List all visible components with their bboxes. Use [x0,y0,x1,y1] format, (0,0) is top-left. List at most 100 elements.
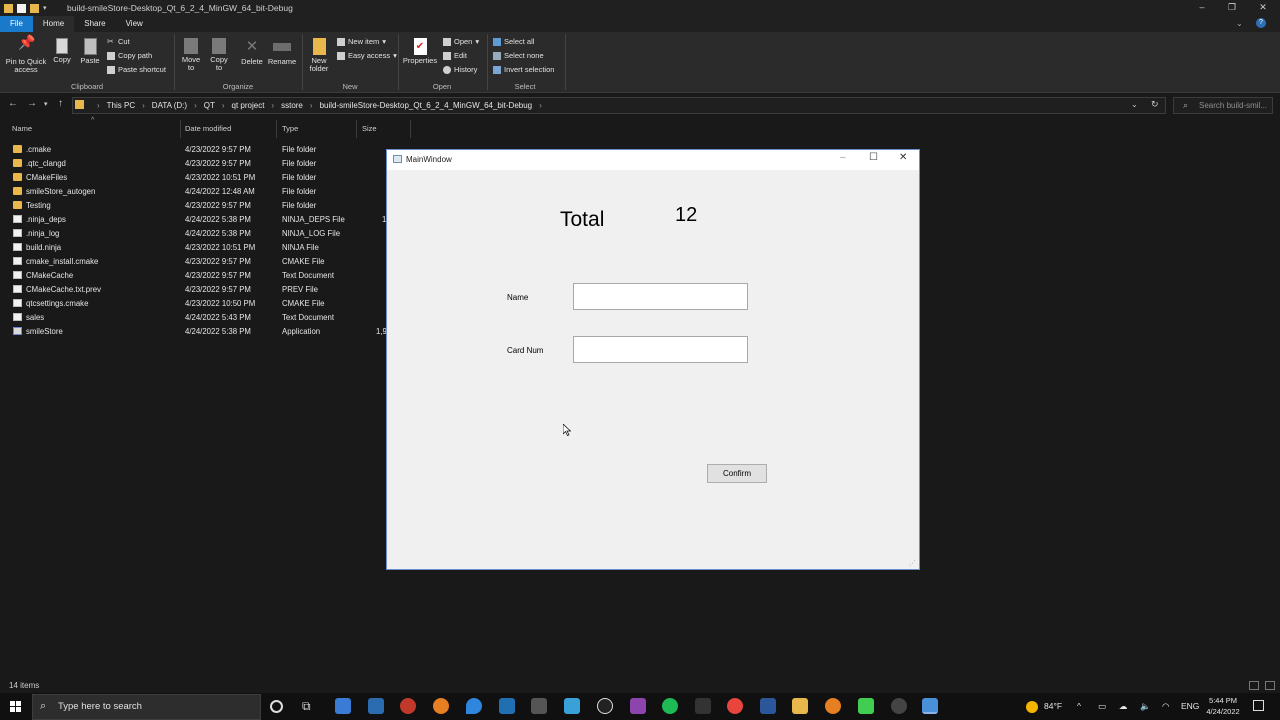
forward-arrow-icon[interactable]: → [27,98,37,109]
edit-button[interactable]: Edit [443,51,467,60]
list-item[interactable]: smileStore 4/24/2022 5:38 PM Application 1,… [0,325,390,339]
confirm-button[interactable]: Confirm [707,464,767,483]
paste-shortcut-button[interactable]: Paste shortcut [107,65,166,74]
breadcrumb-separator-icon[interactable]: › [539,101,542,110]
large-icons-view-icon[interactable] [1265,681,1275,690]
qt-app-running-icon[interactable] [922,698,938,714]
new-folder-button[interactable]: New folder [305,38,333,73]
rename-button[interactable]: Rename [267,38,297,66]
column-header-size[interactable]: Size [362,124,377,133]
blender-icon[interactable] [825,698,841,714]
list-item[interactable]: .ninja_deps 4/24/2022 5:38 PM NINJA_DEPS F… [0,213,390,227]
weather-sun-icon[interactable] [1026,701,1038,713]
app-icon[interactable] [695,698,711,714]
recent-locations-chevron-icon[interactable]: ▾ [44,100,48,108]
pin-quick-access-button[interactable]: 📌 Pin to Quick access [4,35,48,74]
details-view-icon[interactable] [1249,681,1259,690]
breadcrumb-separator-icon[interactable]: › [222,101,225,110]
app-icon[interactable] [400,698,416,714]
list-item[interactable]: sales 4/24/2022 5:43 PM Text Document [0,311,390,325]
blender-icon[interactable] [433,698,449,714]
tab-share[interactable]: Share [74,16,115,32]
minimize-button[interactable]: – [840,152,846,163]
app-icon[interactable] [499,698,515,714]
maximize-button[interactable]: ☐ [869,152,878,163]
name-field[interactable] [573,283,748,310]
minimize-button[interactable]: – [1187,0,1217,16]
column-header-name[interactable]: Name [12,124,32,133]
weather-temperature[interactable]: 84°F [1044,701,1062,711]
address-history-chevron-icon[interactable]: ⌄ [1131,100,1138,109]
breadcrumb-qt[interactable]: QT [204,101,215,110]
tab-view[interactable]: View [116,16,153,32]
cortana-icon[interactable] [270,700,283,713]
app-icon[interactable] [466,698,482,714]
list-item[interactable]: CMakeCache 4/23/2022 9:57 PM Text Document [0,269,390,283]
show-hidden-icons-chevron-icon[interactable]: ^ [1077,701,1081,711]
onedrive-cloud-icon[interactable]: ☁ [1119,701,1128,712]
tab-file[interactable]: File [0,16,33,32]
move-to-button[interactable]: Move to [179,38,203,72]
app-icon[interactable] [891,698,907,714]
list-item[interactable]: qtcsettings.cmake 4/23/2022 10:50 PM CMAKE… [0,297,390,311]
breadcrumb-sstore[interactable]: sstore [281,101,303,110]
list-item[interactable]: CMakeFiles 4/23/2022 10:51 PM File folder [0,171,390,185]
list-item[interactable]: CMakeCache.txt.prev 4/23/2022 9:57 PM PREV… [0,283,390,297]
breadcrumb-separator-icon[interactable]: › [194,101,197,110]
new-folder-qa-icon[interactable] [30,3,39,13]
ribbon-collapse-icon[interactable]: ⌄ [1236,19,1243,28]
breadcrumb-qt-project[interactable]: qt project [232,101,265,110]
column-header-type[interactable]: Type [282,124,298,133]
app-icon[interactable] [564,698,580,714]
breadcrumb-separator-icon[interactable]: › [310,101,313,110]
resize-grip-icon[interactable]: ⋰ [909,559,916,567]
notification-center-icon[interactable] [1253,700,1264,711]
copy-to-button[interactable]: Copy to [207,38,231,72]
list-item[interactable]: .ninja_log 4/24/2022 5:38 PM NINJA_LOG Fil… [0,227,390,241]
start-button[interactable] [0,693,32,720]
list-item[interactable]: Testing 4/23/2022 9:57 PM File folder [0,199,390,213]
list-item[interactable]: smileStore_autogen 4/24/2022 12:48 AM File… [0,185,390,199]
breadcrumb-separator-icon[interactable]: › [271,101,274,110]
column-divider[interactable] [356,120,357,138]
invert-selection-button[interactable]: Invert selection [493,65,554,74]
delete-button[interactable]: ✕ Delete [239,38,265,66]
taskbar-search-input[interactable]: Type here to search [32,694,261,720]
list-item[interactable]: build.ninja 4/23/2022 10:51 PM NINJA File [0,241,390,255]
copy-button[interactable]: Copy [51,38,73,64]
unreal-engine-icon[interactable] [597,698,613,714]
properties-qa-icon[interactable] [17,3,26,13]
qt-title-bar[interactable]: MainWindow – ☐ ✕ [387,150,919,170]
app-icon[interactable] [368,698,384,714]
up-arrow-icon[interactable]: ↑ [58,98,63,109]
tab-home[interactable]: Home [32,16,75,32]
breadcrumb-separator-icon[interactable]: › [142,101,145,110]
cut-button[interactable]: ✂ Cut [107,37,130,46]
card-num-field[interactable] [573,336,748,363]
list-item[interactable]: .qtc_clangd 4/23/2022 9:57 PM File folder [0,157,390,171]
volume-icon[interactable]: 🔈 [1140,701,1151,712]
taskbar-clock[interactable]: 5:44 PM 4/24/2022 [1200,695,1246,717]
close-button[interactable]: ✕ [899,152,907,163]
properties-button[interactable]: ✔ Properties [402,38,438,65]
task-view-icon[interactable]: ⧉ [302,699,311,714]
list-item[interactable]: .cmake 4/23/2022 9:57 PM File folder [0,143,390,157]
select-all-button[interactable]: Select all [493,37,534,46]
open-button[interactable]: Open ▾ [443,37,479,46]
maximize-button[interactable]: ❐ [1217,0,1247,16]
file-explorer-icon[interactable] [792,698,808,714]
close-button[interactable]: ✕ [1248,0,1278,16]
spotify-icon[interactable] [662,698,678,714]
tray-app-icon[interactable]: ▭ [1098,701,1106,712]
back-arrow-icon[interactable]: ← [8,98,18,109]
visual-studio-icon[interactable] [630,698,646,714]
paste-button[interactable]: Paste [78,38,102,65]
history-button[interactable]: History [443,65,477,74]
breadcrumb-this-pc[interactable]: This PC [107,101,135,110]
help-icon[interactable]: ? [1256,18,1266,28]
new-item-button[interactable]: New item ▾ [337,37,386,46]
chevron-down-icon[interactable]: ▾ [43,4,52,13]
refresh-icon[interactable]: ↻ [1151,99,1159,110]
wifi-icon[interactable]: ◠ [1162,701,1169,712]
column-divider[interactable] [410,120,411,138]
